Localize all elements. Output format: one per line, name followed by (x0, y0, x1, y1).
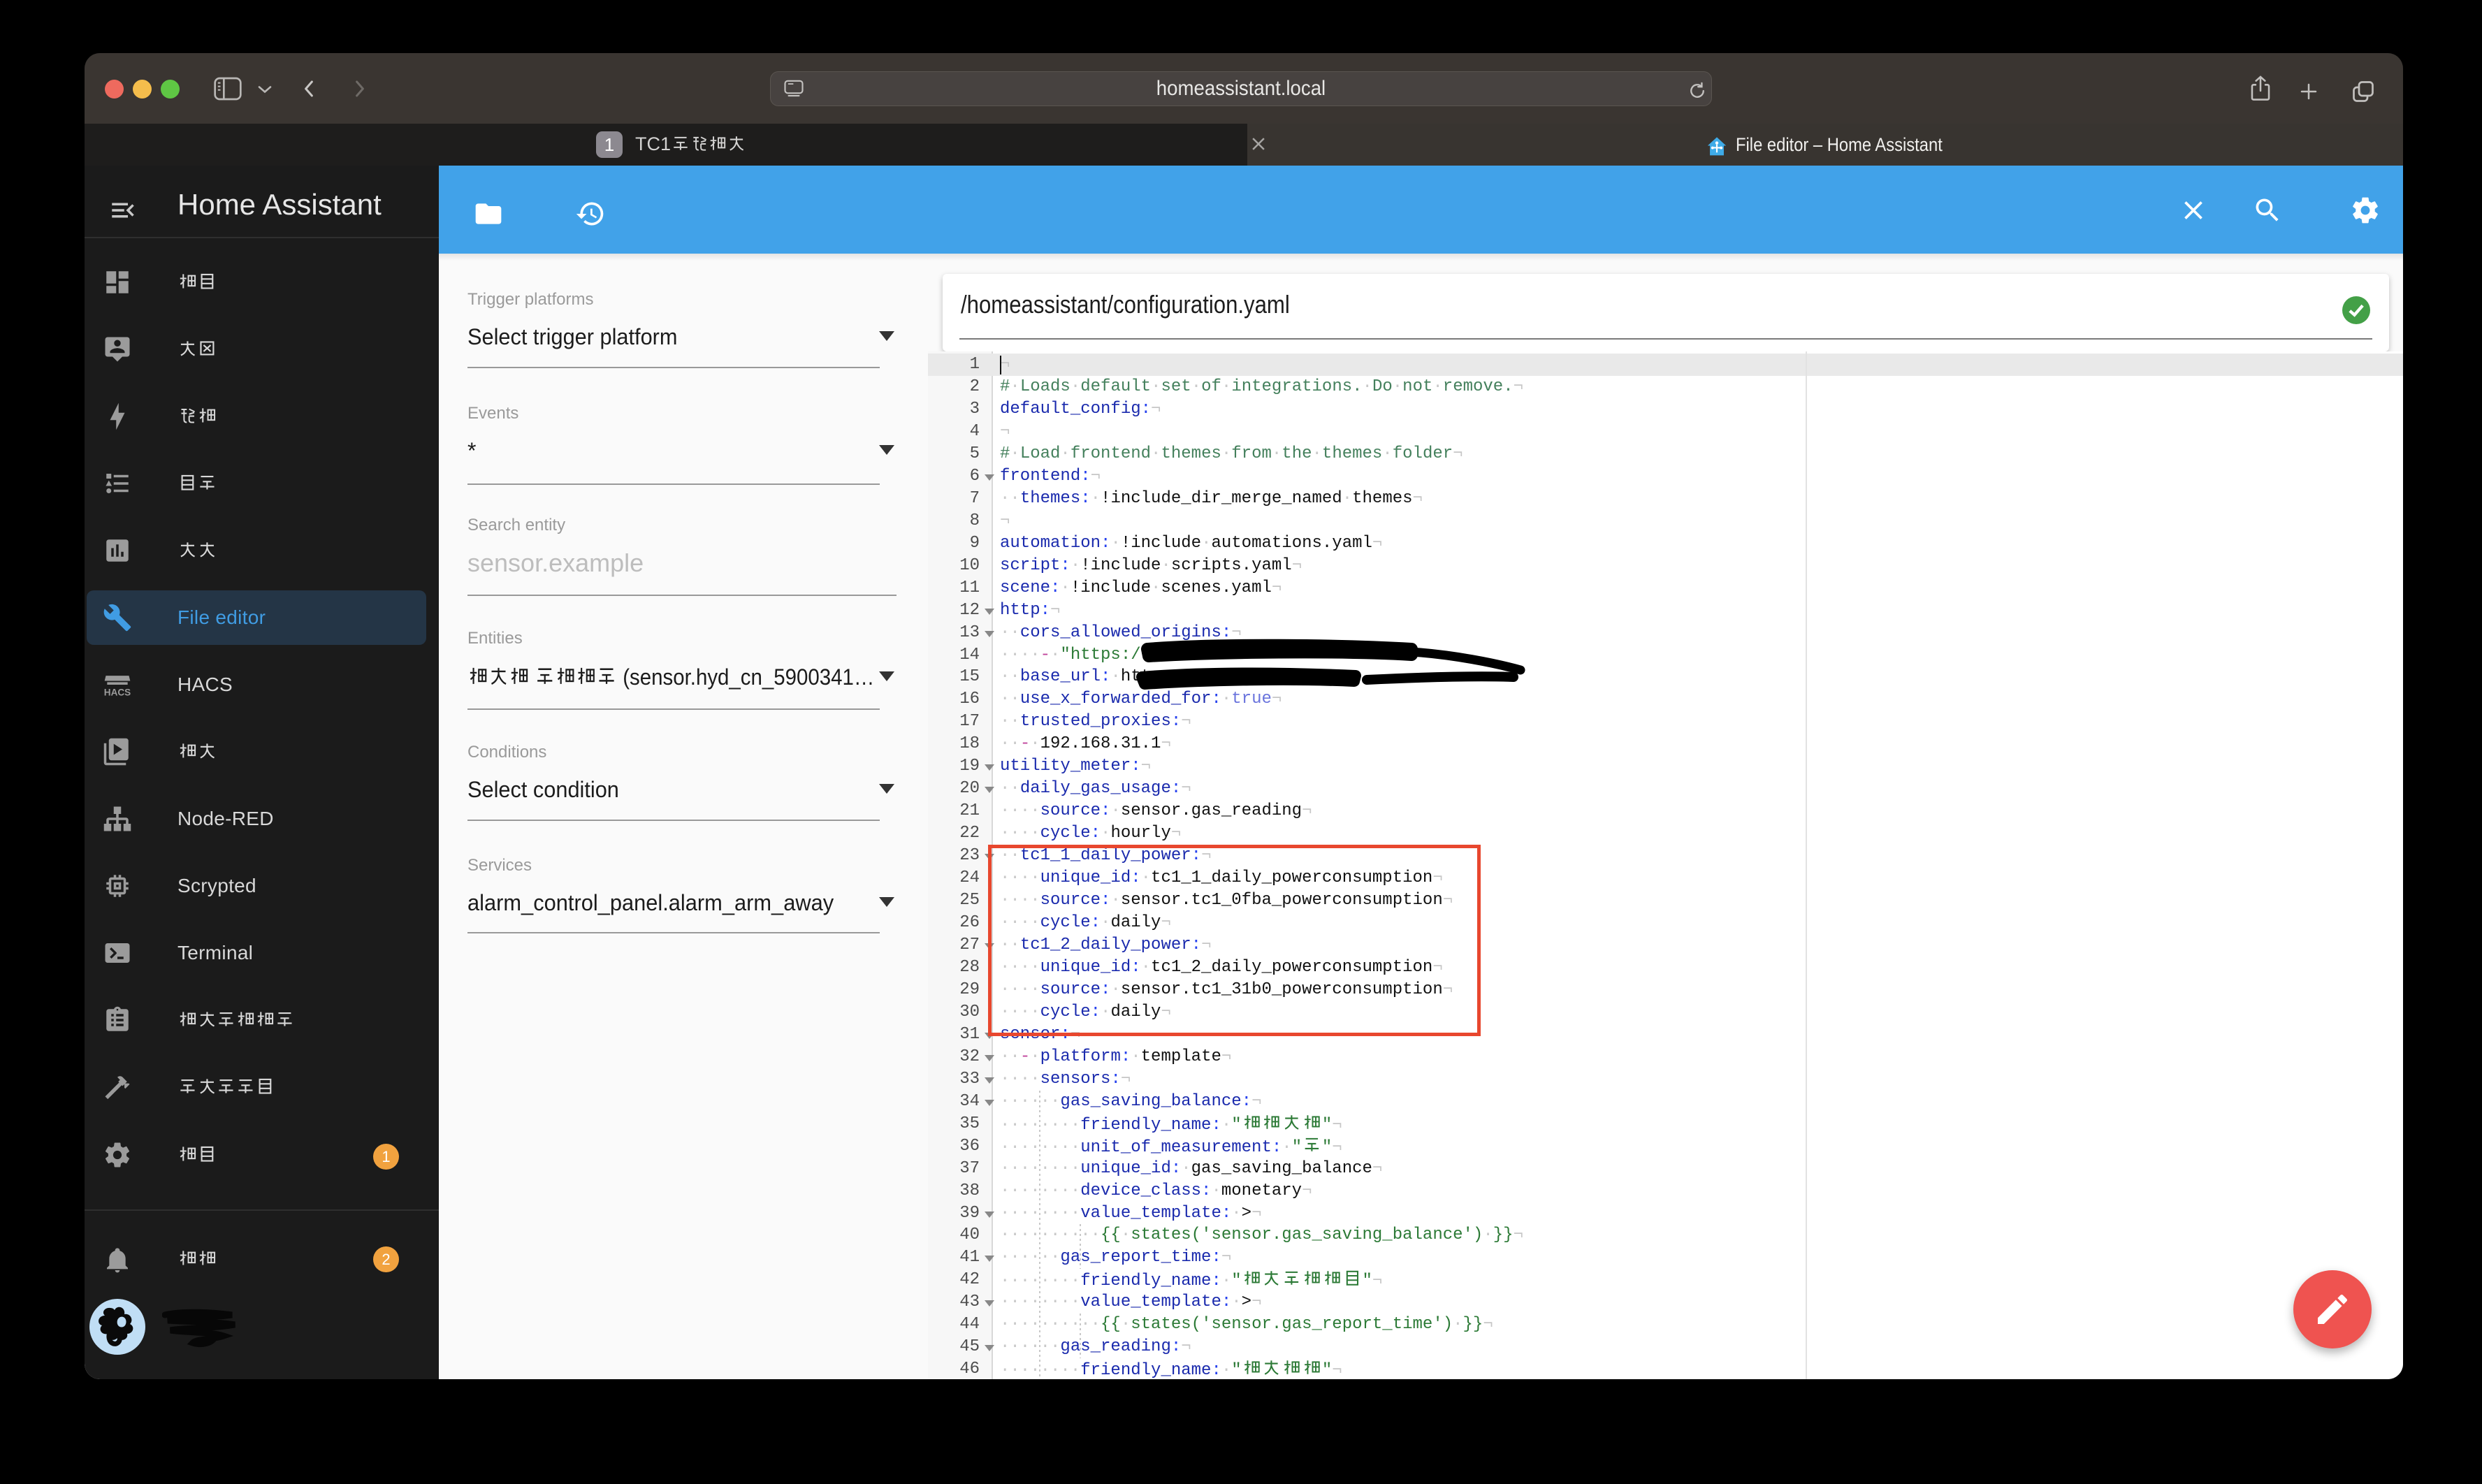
svg-text:HACS: HACS (104, 688, 131, 698)
